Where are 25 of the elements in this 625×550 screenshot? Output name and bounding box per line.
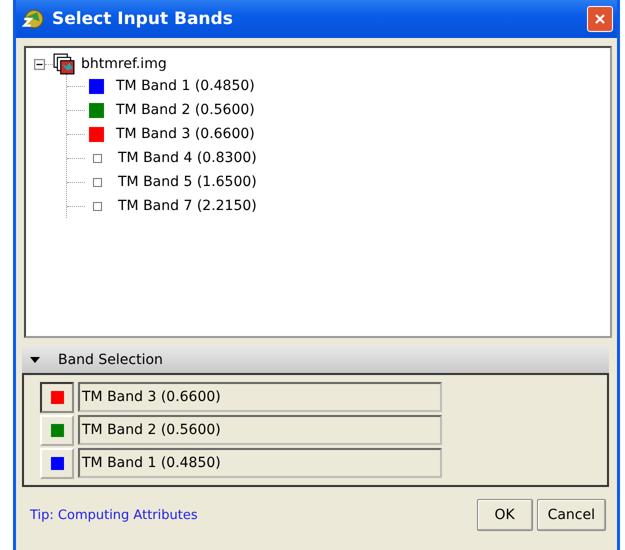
image-stack-icon bbox=[53, 53, 75, 75]
empty-square-icon bbox=[93, 154, 102, 162]
band-field[interactable]: TM Band 1 (0.4850) bbox=[78, 448, 442, 478]
window-title: Select Input Bands bbox=[52, 9, 234, 29]
section-header[interactable]: Band Selection bbox=[22, 346, 609, 373]
ok-button[interactable]: OK bbox=[476, 499, 533, 531]
tree-item[interactable]: TM Band 7 (2.2150) bbox=[118, 198, 257, 214]
tree-item[interactable]: TM Band 3 (0.6600) bbox=[116, 126, 255, 142]
tree-item[interactable]: TM Band 1 (0.4850) bbox=[116, 78, 255, 94]
tree-item[interactable]: TM Band 4 (0.8300) bbox=[118, 150, 257, 166]
close-icon bbox=[594, 13, 606, 25]
cancel-button[interactable]: Cancel bbox=[536, 499, 606, 531]
color-button[interactable] bbox=[40, 382, 74, 413]
band-field[interactable]: TM Band 3 (0.6600) bbox=[78, 382, 442, 412]
tip-text: Tip: Computing Attributes bbox=[30, 508, 198, 522]
band-field[interactable]: TM Band 2 (0.5600) bbox=[78, 415, 442, 445]
tree-item[interactable]: bhtmref.img bbox=[81, 56, 167, 72]
collapse-icon[interactable] bbox=[34, 58, 45, 70]
empty-square-icon bbox=[93, 202, 102, 210]
app-logo-icon bbox=[22, 8, 44, 30]
tree-item[interactable]: TM Band 5 (1.6500) bbox=[118, 174, 257, 190]
section-title: Band Selection bbox=[58, 352, 163, 368]
close-button[interactable] bbox=[587, 6, 613, 32]
tree-item[interactable]: TM Band 2 (0.5600) bbox=[116, 102, 255, 118]
empty-square-icon bbox=[93, 178, 102, 186]
